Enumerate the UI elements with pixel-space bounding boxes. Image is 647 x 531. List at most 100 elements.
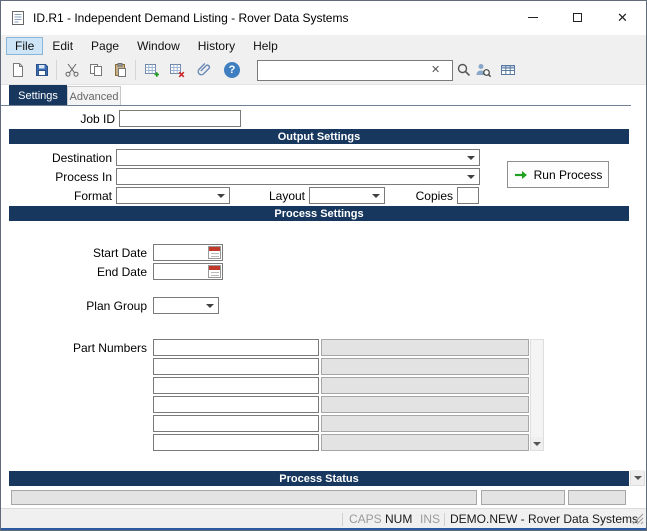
search-input[interactable] xyxy=(257,60,453,81)
run-process-button[interactable]: Run Process xyxy=(507,161,609,188)
help-glyph: ? xyxy=(224,62,240,78)
chevron-down-icon xyxy=(467,156,475,160)
help-icon[interactable]: ? xyxy=(223,61,241,79)
part-number-input[interactable] xyxy=(153,415,319,432)
part-description-field xyxy=(321,358,529,375)
copies-label: Copies xyxy=(389,189,453,204)
tab-settings[interactable]: Settings xyxy=(9,85,67,106)
status-field xyxy=(568,490,626,505)
num-indicator: NUM xyxy=(385,509,412,530)
status-field xyxy=(481,490,565,505)
process-settings-header: Process Settings xyxy=(9,206,629,221)
paste-icon[interactable] xyxy=(111,61,129,79)
search-clear-icon[interactable]: ✕ xyxy=(431,63,440,77)
format-label: Format xyxy=(9,189,112,204)
part-number-input[interactable] xyxy=(153,339,319,356)
process-in-label: Process In xyxy=(9,170,112,185)
part-description-field xyxy=(321,339,529,356)
chevron-down-icon xyxy=(467,175,475,179)
part-number-input[interactable] xyxy=(153,358,319,375)
menu-page[interactable]: Page xyxy=(82,37,128,55)
part-number-input[interactable] xyxy=(153,377,319,394)
menu-window[interactable]: Window xyxy=(128,37,189,55)
app-icon xyxy=(10,10,26,26)
menu-history[interactable]: History xyxy=(189,37,244,55)
person-search-icon[interactable] xyxy=(474,61,492,79)
maximize-icon xyxy=(573,13,582,22)
end-date-value xyxy=(154,266,156,280)
start-date-input[interactable] xyxy=(153,244,223,261)
plan-group-dropdown[interactable] xyxy=(153,297,219,314)
grid-delete-icon[interactable] xyxy=(168,61,186,79)
layout-dropdown[interactable] xyxy=(309,187,385,204)
resize-grip[interactable] xyxy=(632,513,644,528)
calendar-icon[interactable] xyxy=(208,246,221,259)
status-message-field xyxy=(11,490,477,505)
app-window: ID.R1 - Independent Demand Listing - Rov… xyxy=(0,0,647,531)
ins-indicator: INS xyxy=(420,509,440,530)
process-status-header: Process Status xyxy=(9,471,629,486)
minimize-icon xyxy=(528,17,538,18)
chevron-down-icon xyxy=(206,304,214,308)
menu-edit[interactable]: Edit xyxy=(43,37,82,55)
minimize-button[interactable] xyxy=(510,2,555,33)
separator xyxy=(444,513,445,526)
start-date-value xyxy=(154,247,156,261)
window-title: ID.R1 - Independent Demand Listing - Rov… xyxy=(33,1,348,35)
menu-help[interactable]: Help xyxy=(244,37,287,55)
close-button[interactable]: ✕ xyxy=(600,2,645,33)
form-scroll-down-button[interactable] xyxy=(630,471,645,486)
job-id-input[interactable] xyxy=(119,110,241,127)
chevron-down-icon xyxy=(634,476,642,480)
caps-indicator: CAPS xyxy=(349,509,382,530)
start-date-label: Start Date xyxy=(59,246,147,261)
maximize-button[interactable] xyxy=(555,2,600,33)
tab-advanced[interactable]: Advanced xyxy=(67,86,121,106)
toolbar: ? ✕ xyxy=(1,56,646,85)
toolbar-separator xyxy=(56,60,57,80)
chevron-down-icon xyxy=(217,194,225,198)
end-date-input[interactable] xyxy=(153,263,223,280)
format-dropdown[interactable] xyxy=(116,187,230,204)
destination-dropdown[interactable] xyxy=(116,149,480,166)
table-icon[interactable] xyxy=(499,61,517,79)
calendar-icon[interactable] xyxy=(208,265,221,278)
new-document-icon[interactable] xyxy=(9,61,27,79)
destination-label: Destination xyxy=(9,151,112,166)
caption-buttons: ✕ xyxy=(510,2,645,33)
chevron-down-icon xyxy=(372,194,380,198)
end-date-label: End Date xyxy=(59,265,147,280)
cut-icon[interactable] xyxy=(63,61,81,79)
job-id-label: Job ID xyxy=(41,112,115,127)
run-process-label: Run Process xyxy=(534,168,603,182)
part-description-field xyxy=(321,434,529,451)
copies-input[interactable] xyxy=(457,187,479,204)
menu-file[interactable]: File xyxy=(6,37,43,55)
run-arrow-icon xyxy=(514,169,528,181)
window-accent-border xyxy=(1,528,646,530)
part-numbers-scrollbar[interactable] xyxy=(530,339,544,451)
separator xyxy=(342,513,343,526)
connection-status: DEMO.NEW - Rover Data Systems xyxy=(450,509,638,530)
part-number-input[interactable] xyxy=(153,434,319,451)
title-bar[interactable]: ID.R1 - Independent Demand Listing - Rov… xyxy=(1,1,646,35)
status-bar: CAPS NUM INS DEMO.NEW - Rover Data Syste… xyxy=(1,508,646,530)
toolbar-separator xyxy=(135,60,136,80)
paperclip-icon[interactable] xyxy=(195,61,213,79)
tab-underline xyxy=(1,105,631,106)
layout-label: Layout xyxy=(235,189,305,204)
part-numbers-label: Part Numbers xyxy=(59,341,147,356)
part-number-input[interactable] xyxy=(153,396,319,413)
process-in-dropdown[interactable] xyxy=(116,168,480,185)
copy-icon[interactable] xyxy=(87,61,105,79)
part-description-field xyxy=(321,377,529,394)
scroll-down-button[interactable] xyxy=(631,470,644,485)
plan-group-label: Plan Group xyxy=(59,299,147,314)
search-icon[interactable] xyxy=(455,61,473,79)
save-icon[interactable] xyxy=(33,61,51,79)
part-description-field xyxy=(321,415,529,432)
scroll-down-button[interactable] xyxy=(531,437,543,450)
close-icon: ✕ xyxy=(617,10,628,26)
grid-insert-icon[interactable] xyxy=(143,61,161,79)
chevron-down-icon xyxy=(533,442,541,446)
